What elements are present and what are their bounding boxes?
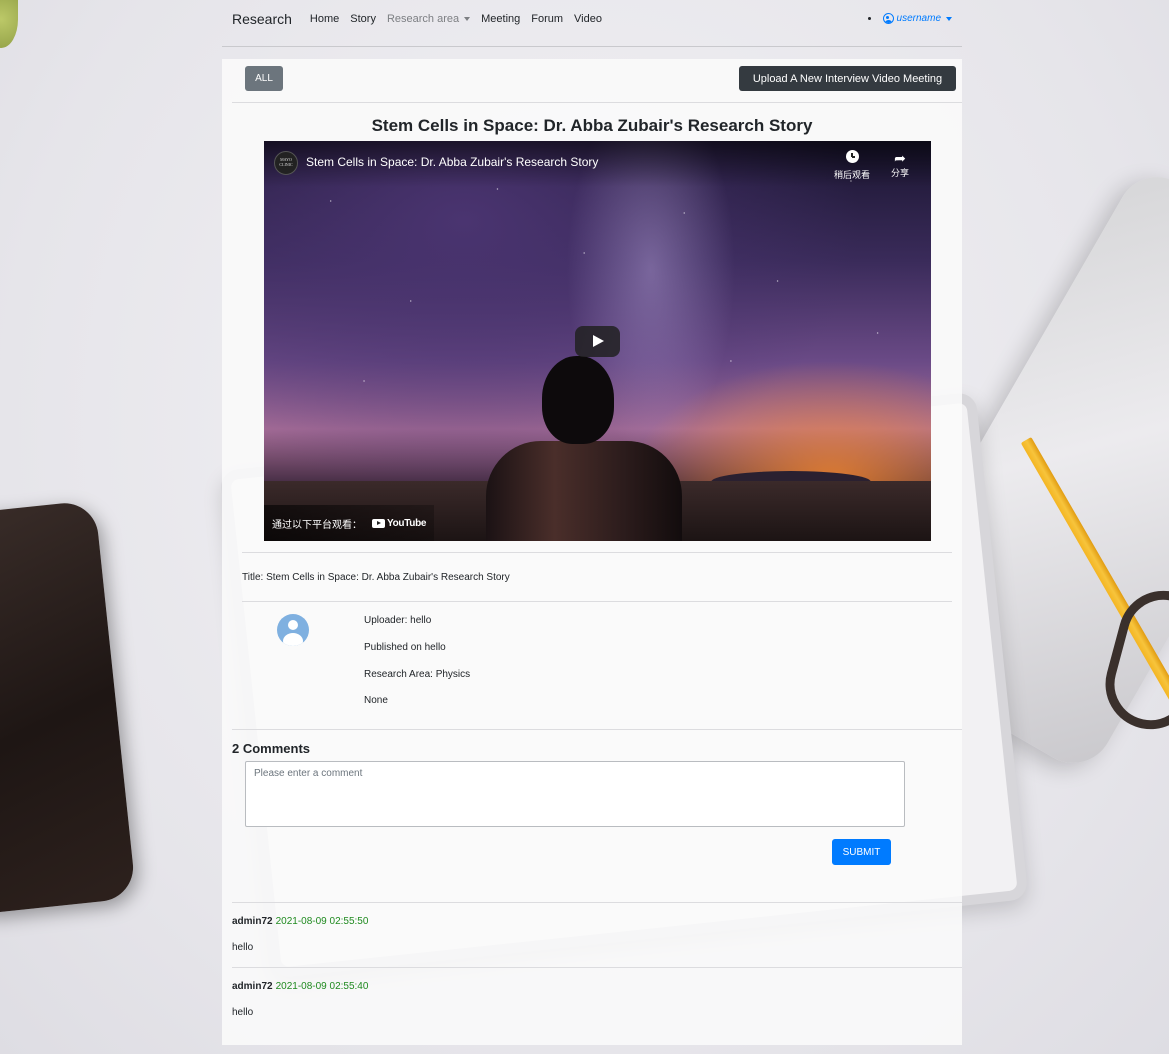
share-button[interactable]: ➦ 分享 [880, 150, 920, 179]
comment-meta: admin72 2021-08-09 02:55:40 [232, 981, 368, 992]
youtube-play-icon [372, 518, 385, 528]
nav-meeting[interactable]: Meeting [481, 13, 520, 25]
all-button[interactable]: ALL [245, 66, 283, 91]
comment-divider [232, 967, 962, 968]
chevron-down-icon [464, 16, 471, 21]
youtube-logo-icon: YouTube [372, 517, 427, 529]
nav-story[interactable]: Story [350, 13, 376, 25]
title-divider [242, 601, 952, 602]
channel-logo-icon[interactable]: MAYO CLINIC [274, 151, 298, 175]
play-button-icon[interactable] [575, 326, 620, 357]
brand-link[interactable]: Research [232, 11, 292, 27]
share-label: 分享 [890, 168, 909, 178]
toolbar-divider [232, 102, 962, 103]
comment-text: hello [232, 942, 254, 953]
player-video-title[interactable]: Stem Cells in Space: Dr. Abba Zubair's R… [306, 155, 598, 169]
watch-on-label: 通过以下平台观看： [272, 519, 362, 531]
clock-icon [845, 150, 859, 163]
details-divider [232, 729, 962, 730]
watch-on-youtube-bar[interactable]: 通过以下平台观看： YouTube [264, 505, 435, 541]
comment-timestamp: 2021-08-09 02:55:40 [275, 981, 369, 992]
research-area-line: Research Area: Physics [364, 669, 471, 680]
video-heading: Stem Cells in Space: Dr. Abba Zubair's R… [371, 116, 813, 135]
comment-input[interactable] [245, 761, 905, 827]
youtube-wordmark-text: YouTube [387, 517, 427, 529]
person-silhouette-head [542, 356, 614, 444]
submit-comment-button[interactable]: SUBMIT [832, 839, 891, 865]
plant-leaf [0, 0, 18, 48]
watch-later-button[interactable]: 稍后观看 [832, 150, 872, 181]
nav-home[interactable]: Home [310, 13, 339, 25]
comment-author: admin72 [232, 916, 273, 927]
comment-author: admin72 [232, 981, 273, 992]
nav-forum[interactable]: Forum [531, 13, 563, 25]
navbar-divider [222, 46, 962, 47]
nav-research-area-dropdown[interactable]: Research area [386, 12, 471, 25]
comment-meta: admin72 2021-08-09 02:55:50 [232, 916, 368, 927]
upload-video-meeting-button[interactable]: Upload A New Interview Video Meeting [739, 66, 956, 91]
video-divider [242, 552, 952, 553]
published-line: Published on hello [364, 642, 446, 653]
comments-divider [232, 902, 962, 903]
nav-video[interactable]: Video [574, 13, 602, 25]
youtube-embed-player[interactable]: MAYO CLINIC Stem Cells in Space: Dr. Abb… [264, 141, 931, 541]
username-label: username [896, 13, 941, 24]
person-silhouette-body [486, 441, 682, 541]
uploader-line: Uploader: hello [364, 615, 432, 626]
bullet-dot [867, 17, 871, 20]
share-arrow-icon: ➦ [894, 150, 906, 166]
comments-heading: 2 Comments [232, 741, 311, 756]
video-title-line: Title: Stem Cells in Space: Dr. Abba Zub… [242, 572, 510, 583]
nav-research-area-label: Research area [386, 12, 460, 25]
video-detail-card: ALL Upload A New Interview Video Meeting… [222, 59, 962, 1045]
comment-timestamp: 2021-08-09 02:55:50 [275, 916, 369, 927]
extra-info-line: None [364, 695, 388, 706]
comment-text: hello [232, 1007, 254, 1018]
watch-later-label: 稍后观看 [833, 170, 870, 180]
user-circle-icon [882, 13, 894, 24]
smartphone [0, 499, 137, 917]
user-menu-dropdown[interactable]: username [867, 13, 952, 24]
uploader-avatar [277, 614, 309, 646]
top-navbar: Research Home Story Research area Meetin… [222, 0, 962, 37]
chevron-down-icon [946, 16, 952, 21]
